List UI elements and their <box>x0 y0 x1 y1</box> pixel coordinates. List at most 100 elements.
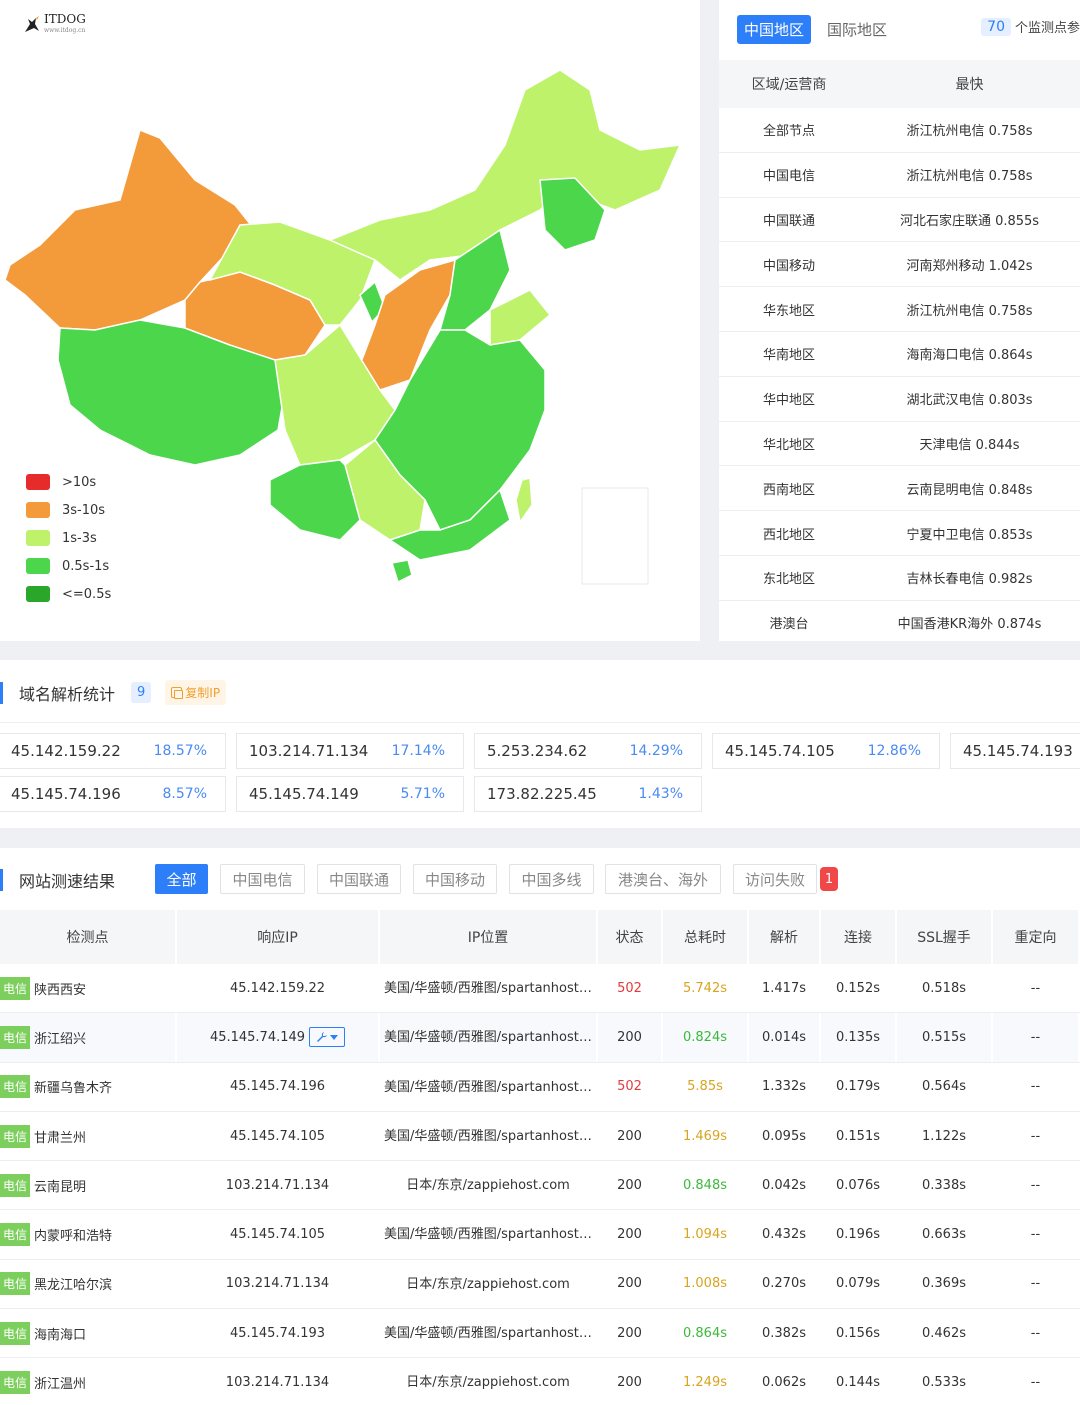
table-row[interactable]: 西南地区 云南昆明电信 0.848s <box>719 466 1080 512</box>
dns-ip-item[interactable]: 45.145.74.193 <box>950 733 1080 769</box>
dns-ip-item[interactable]: 45.145.74.149 5.71% <box>236 776 464 812</box>
table-row[interactable]: 电信 浙江绍兴 45.145.74.149 美国/华盛顿/西雅图/spartanhos… <box>0 1013 1080 1063</box>
itdog-logo[interactable]: ITDOG www.itdog.cn <box>22 13 86 36</box>
response-ip[interactable]: 45.145.74.105 <box>230 1129 325 1144</box>
response-ip[interactable]: 45.142.159.22 <box>230 981 325 996</box>
dns-ip-item[interactable]: 45.145.74.105 12.86% <box>712 733 940 769</box>
filter-multiline-button[interactable]: 中国多线 <box>509 864 594 894</box>
table-row[interactable]: 西北地区 宁夏中卫电信 0.853s <box>719 511 1080 556</box>
dns-ip-item[interactable]: 45.142.159.22 18.57% <box>0 733 226 769</box>
fail-count-badge: 1 <box>820 867 838 891</box>
dns-ip: 173.82.225.45 <box>487 785 597 803</box>
fastest-node: 宁夏中卫电信 0.853s <box>906 527 1033 543</box>
col-ip-location[interactable]: IP位置 <box>380 910 598 964</box>
col-ssl-time[interactable]: SSL握手 <box>897 910 993 964</box>
table-row[interactable]: 中国联通 河北石家庄联通 0.855s <box>719 198 1080 243</box>
redirect-time: -- <box>993 1309 1080 1358</box>
response-ip[interactable]: 45.145.74.105 <box>230 1227 325 1242</box>
connect-time: 0.152s <box>821 964 897 1013</box>
ssl-time: 0.518s <box>897 964 993 1013</box>
table-row[interactable]: 华东地区 浙江杭州电信 0.758s <box>719 287 1080 332</box>
fastest-node: 河南郑州移动 1.042s <box>906 258 1033 274</box>
col-response-ip[interactable]: 响应IP <box>177 910 380 964</box>
col-dns-time[interactable]: 解析 <box>749 910 821 964</box>
total-time: 0.864s <box>663 1309 749 1358</box>
ip-tools-dropdown[interactable] <box>309 1027 346 1048</box>
filter-telecom-button[interactable]: 中国电信 <box>220 864 305 894</box>
node-name: 浙江绍兴 <box>34 1031 87 1047</box>
isp-tag: 电信 <box>0 1371 31 1395</box>
filter-overseas-button[interactable]: 港澳台、海外 <box>605 864 721 894</box>
dns-time: 0.095s <box>749 1111 821 1161</box>
ip-location: 美国/华盛顿/西雅图/spartanhost.net <box>380 1210 598 1259</box>
table-row[interactable]: 全部节点 浙江杭州电信 0.758s <box>719 108 1080 153</box>
table-row[interactable]: 港澳台 中国香港KR海外 0.874s <box>719 601 1080 646</box>
table-row[interactable]: 华中地区 湖北武汉电信 0.803s <box>719 377 1080 422</box>
table-row[interactable]: 中国移动 河南郑州移动 1.042s <box>719 242 1080 288</box>
response-ip[interactable]: 45.145.74.196 <box>230 1079 325 1094</box>
legend-item[interactable]: >10s <box>26 468 111 496</box>
table-row[interactable]: 电信 黑龙江哈尔滨 103.214.71.134 日本/东京/zappiehost.c… <box>0 1259 1080 1310</box>
fastest-table-body: 全部节点 浙江杭州电信 0.758s 中国电信 浙江杭州电信 0.758s 中国联通 河北… <box>719 108 1080 646</box>
response-ip[interactable]: 103.214.71.134 <box>226 1178 329 1193</box>
connect-time: 0.079s <box>821 1259 897 1309</box>
copy-ip-button[interactable]: 复制IP <box>165 680 227 705</box>
dns-ip-item[interactable]: 5.253.234.62 14.29% <box>474 733 702 769</box>
speed-results-card: 网站测速结果 全部 中国电信 中国联通 中国移动 中国多线 港澳台、海外 访问失败 1 检测… <box>0 848 1080 1405</box>
table-row[interactable]: 电信 云南昆明 103.214.71.134 日本/东京/zappiehost.com… <box>0 1161 1080 1211</box>
table-row[interactable]: 电信 新疆乌鲁木齐 45.145.74.196 美国/华盛顿/西雅图/spartanh… <box>0 1062 1080 1112</box>
legend-swatch-orange <box>26 502 50 518</box>
legend-item[interactable]: 1s-3s <box>26 524 111 552</box>
node-cell: 电信 云南昆明 <box>0 1161 177 1210</box>
ip-location: 美国/华盛顿/西雅图/spartanhost.net <box>380 1013 598 1062</box>
table-row[interactable]: 电信 内蒙呼和浩特 45.145.74.105 美国/华盛顿/西雅图/spartanh… <box>0 1210 1080 1260</box>
isp-tag: 电信 <box>0 1223 31 1247</box>
isp-tag: 电信 <box>0 1075 31 1099</box>
connect-time: 0.076s <box>821 1161 897 1210</box>
dns-ip-item[interactable]: 45.145.74.196 8.57% <box>0 776 226 812</box>
table-row[interactable]: 华南地区 海南海口电信 0.864s <box>719 332 1080 377</box>
table-row[interactable]: 电信 海南海口 45.145.74.193 美国/华盛顿/西雅图/spartanhos… <box>0 1309 1080 1359</box>
dns-ip: 103.214.71.134 <box>249 742 369 760</box>
ssl-time: 0.533s <box>897 1358 993 1405</box>
response-ip[interactable]: 45.145.74.193 <box>230 1326 325 1341</box>
dns-time: 0.042s <box>749 1161 821 1210</box>
table-row[interactable]: 中国电信 浙江杭州电信 0.758s <box>719 153 1080 198</box>
dns-ip-item[interactable]: 103.214.71.134 17.14% <box>236 733 464 769</box>
fastest-node: 河北石家庄联通 0.855s <box>899 213 1040 229</box>
legend-item[interactable]: <=0.5s <box>26 580 111 608</box>
legend-item[interactable]: 0.5s-1s <box>26 552 111 580</box>
copy-ip-label: 复制IP <box>185 686 221 700</box>
col-redirect[interactable]: 重定向 <box>993 910 1080 964</box>
region-taiwan <box>515 477 533 524</box>
col-total-time[interactable]: 总耗时 <box>663 910 749 964</box>
ssl-time: 0.663s <box>897 1210 993 1259</box>
table-row[interactable]: 华北地区 天津电信 0.844s <box>719 422 1080 467</box>
node-name: 黑龙江哈尔滨 <box>34 1278 113 1294</box>
results-section-header: 网站测速结果 <box>0 868 115 892</box>
dns-ip: 45.145.74.149 <box>249 785 359 803</box>
tab-china[interactable]: 中国地区 <box>737 15 812 44</box>
filter-unicom-button[interactable]: 中国联通 <box>317 864 401 894</box>
filter-failed-button[interactable]: 访问失败 <box>733 864 817 894</box>
col-node[interactable]: 检测点 <box>0 910 177 964</box>
response-ip[interactable]: 103.214.71.134 <box>226 1276 329 1291</box>
dns-time: 0.062s <box>749 1358 821 1405</box>
total-time: 0.824s <box>663 1013 749 1062</box>
dns-ip-item[interactable]: 173.82.225.45 1.43% <box>474 776 702 812</box>
filter-all-button[interactable]: 全部 <box>155 864 208 894</box>
region-name: 港澳台 <box>769 617 809 633</box>
table-row[interactable]: 电信 浙江温州 103.214.71.134 日本/东京/zappiehost.com… <box>0 1358 1080 1405</box>
table-row[interactable]: 电信 陕西西安 45.142.159.22 美国/华盛顿/西雅图/spartanhos… <box>0 964 1080 1014</box>
filter-mobile-button[interactable]: 中国移动 <box>413 864 497 894</box>
col-status[interactable]: 状态 <box>598 910 663 964</box>
region-name: 中国电信 <box>762 169 815 185</box>
tab-international[interactable]: 国际地区 <box>825 15 889 44</box>
region-tabs: 中国地区 国际地区 <box>737 15 889 44</box>
col-connect-time[interactable]: 连接 <box>821 910 897 964</box>
legend-item[interactable]: 3s-10s <box>26 496 111 524</box>
table-row[interactable]: 电信 甘肃兰州 45.145.74.105 美国/华盛顿/西雅图/spartanhos… <box>0 1111 1080 1162</box>
response-ip[interactable]: 45.145.74.149 <box>210 1030 305 1045</box>
table-row[interactable]: 东北地区 吉林长春电信 0.982s <box>719 556 1080 601</box>
response-ip[interactable]: 103.214.71.134 <box>226 1375 329 1390</box>
